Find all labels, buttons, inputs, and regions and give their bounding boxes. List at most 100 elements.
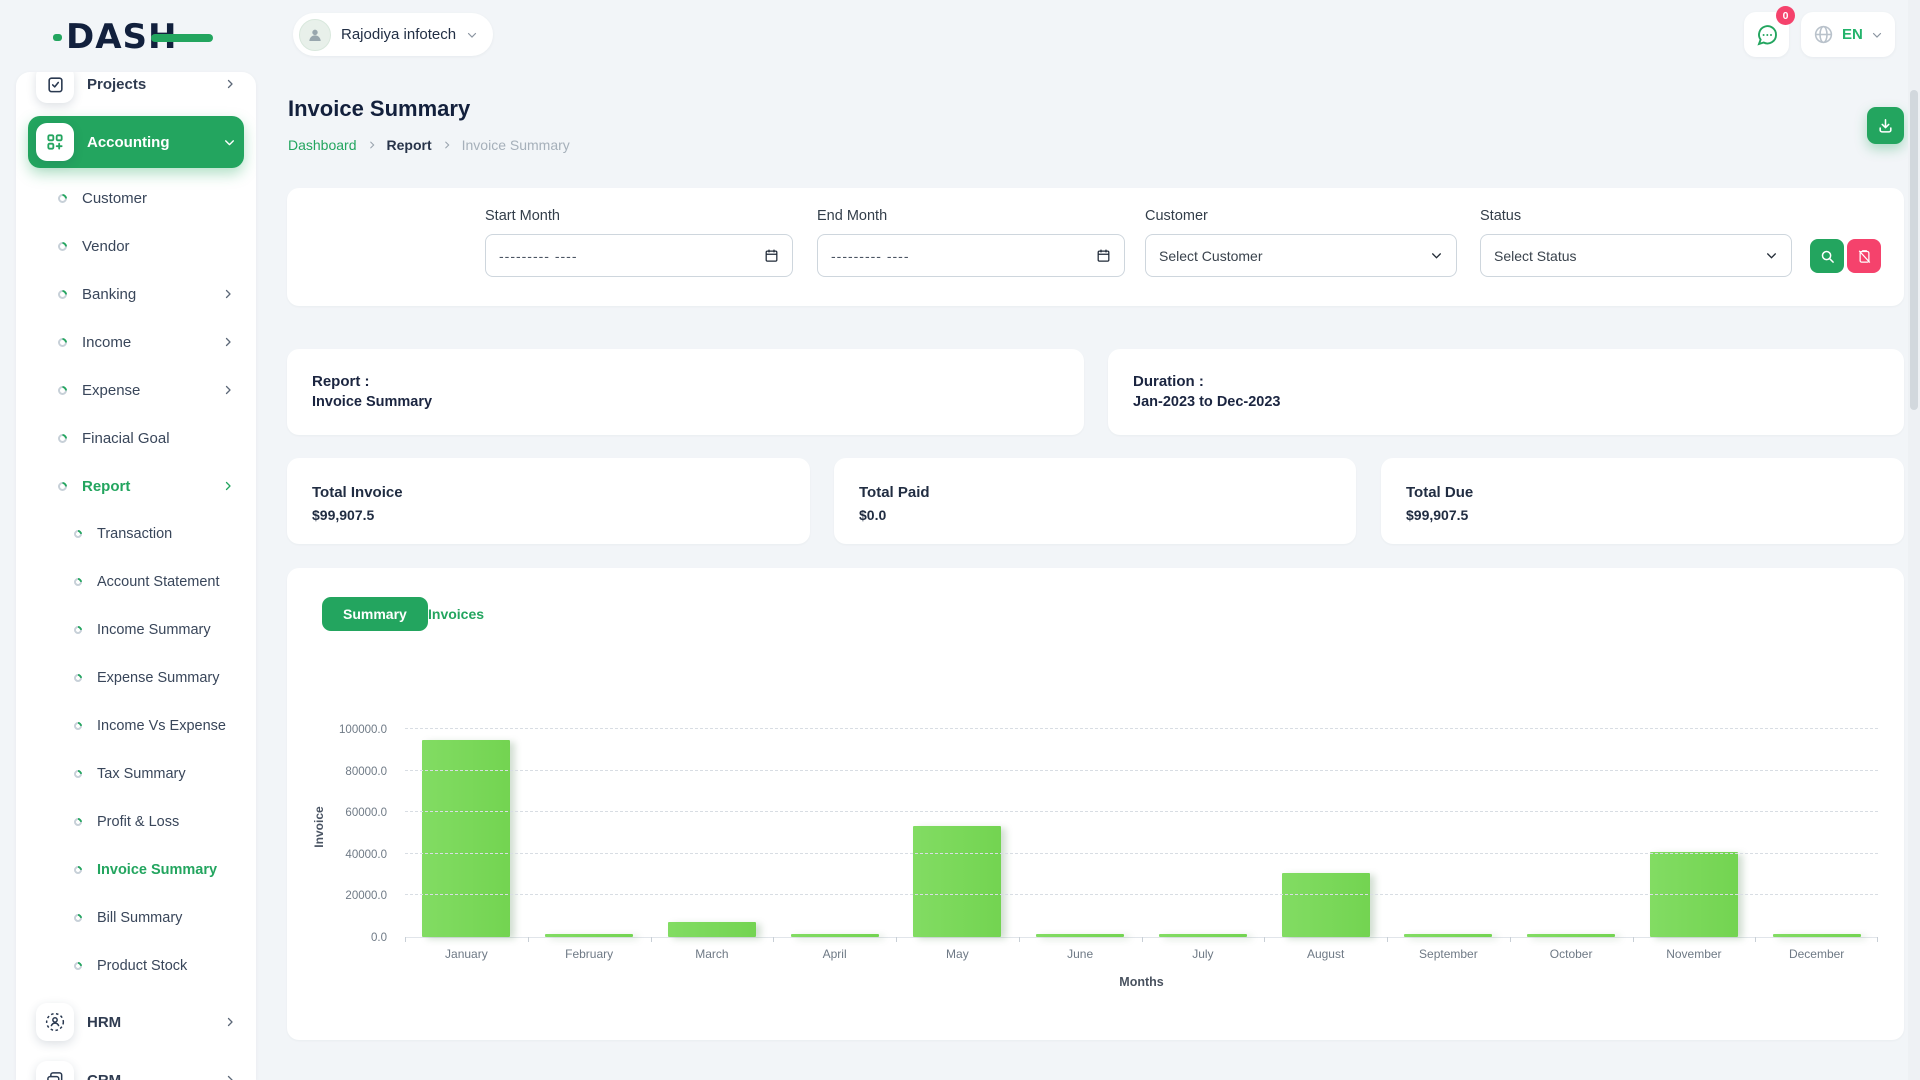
sidebar-item-tax-summary[interactable]: Tax Summary (16, 750, 256, 798)
bar-slot-april (773, 730, 896, 937)
x-axis-label: May (896, 947, 1019, 961)
status-label: Status (1480, 208, 1521, 224)
sidebar-item-transaction[interactable]: Transaction (16, 510, 256, 558)
sidebar-item-expense[interactable]: Expense (16, 366, 256, 414)
language-selector[interactable]: EN (1801, 12, 1895, 57)
bullet-icon (72, 768, 83, 779)
sidebar-item-label: Income (82, 334, 207, 351)
end-month-input[interactable]: --------- ---- (817, 234, 1125, 277)
y-tick-label: 40000.0 (345, 849, 387, 861)
chevron-right-icon (442, 140, 452, 150)
chevron-right-icon (224, 78, 236, 90)
axis-tick (1510, 937, 1511, 942)
sidebar-item-banking[interactable]: Banking (16, 270, 256, 318)
customer-select-value: Select Customer (1159, 248, 1262, 264)
bar-slot-december (1755, 730, 1878, 937)
bullet-icon (56, 432, 69, 445)
breadcrumb-current: Invoice Summary (462, 137, 570, 153)
gridline (405, 728, 1878, 729)
accounting-grid-icon (36, 123, 74, 161)
filter-card: Start Month --------- ---- End Month ---… (287, 188, 1904, 306)
sidebar-item-label: Income Summary (97, 622, 234, 638)
axis-tick (651, 937, 652, 942)
sidebar-item-income-vs-expense[interactable]: Income Vs Expense (16, 702, 256, 750)
messages-button[interactable]: 0 (1744, 12, 1789, 57)
tab-summary[interactable]: Summary (322, 597, 428, 631)
calendar-icon (1096, 248, 1111, 263)
bullet-icon (72, 816, 83, 827)
breadcrumb-report: Report (387, 137, 432, 153)
bullet-icon (72, 720, 83, 731)
bullet-icon (56, 240, 69, 253)
stat-value: $99,907.5 (312, 507, 374, 523)
sidebar-item-vendor[interactable]: Vendor (16, 222, 256, 270)
apply-filter-button[interactable] (1810, 239, 1844, 273)
sidebar-item-product-stock[interactable]: Product Stock (16, 942, 256, 990)
bar-series (405, 730, 1878, 937)
bullet-icon (72, 576, 83, 587)
bullet-icon (56, 480, 69, 493)
bar-august (1282, 873, 1370, 937)
y-tick-label: 0.0 (371, 932, 387, 944)
sidebar-item-income-summary[interactable]: Income Summary (16, 606, 256, 654)
sidebar-item-finacial-goal[interactable]: Finacial Goal (16, 414, 256, 462)
messages-badge: 0 (1776, 6, 1795, 25)
start-month-placeholder: --------- ---- (499, 248, 578, 264)
chevron-right-icon (222, 384, 234, 396)
total-due-card: Total Due $99,907.5 (1381, 458, 1904, 544)
sidebar-item-crm[interactable]: CRM (28, 1054, 244, 1080)
sidebar-item-bill-summary[interactable]: Bill Summary (16, 894, 256, 942)
sidebar-item-label: Income Vs Expense (97, 718, 234, 734)
stat-value: $0.0 (859, 507, 886, 523)
axis-tick (1633, 937, 1634, 942)
app-logo[interactable]: DASH (66, 16, 177, 58)
x-axis-label: January (405, 947, 528, 961)
bullet-icon (56, 192, 69, 205)
sidebar-item-income[interactable]: Income (16, 318, 256, 366)
bar-march (668, 922, 756, 937)
chevron-down-icon (1430, 249, 1443, 262)
axis-tick (773, 937, 774, 942)
sidebar-item-hrm[interactable]: HRM (28, 996, 244, 1048)
y-tick-label: 20000.0 (345, 890, 387, 902)
sidebar-item-account-statement[interactable]: Account Statement (16, 558, 256, 606)
sidebar-item-report[interactable]: Report (16, 462, 256, 510)
x-axis-label: August (1264, 947, 1387, 961)
avatar (299, 19, 331, 51)
gridline (405, 894, 1878, 895)
sidebar-item-label: HRM (87, 1014, 211, 1031)
bar-slot-february (528, 730, 651, 937)
bar-december (1773, 934, 1861, 937)
start-month-input[interactable]: --------- ---- (485, 234, 793, 277)
x-axis-title: Months (405, 975, 1878, 989)
sidebar-item-label: Finacial Goal (82, 430, 234, 447)
download-icon (1877, 117, 1894, 134)
tab-invoices[interactable]: Invoices (428, 606, 484, 622)
bar-slot-may (896, 730, 1019, 937)
sidebar-item-label: Product Stock (97, 958, 234, 974)
scrollbar-thumb[interactable] (1910, 90, 1918, 410)
sidebar-item-accounting[interactable]: Accounting (28, 116, 244, 168)
company-name: Rajodiya infotech (341, 26, 456, 43)
sidebar-item-profit-loss[interactable]: Profit & Loss (16, 798, 256, 846)
bar-slot-june (1019, 730, 1142, 937)
gridline (405, 853, 1878, 854)
customer-select[interactable]: Select Customer (1145, 234, 1457, 277)
y-tick-label: 60000.0 (345, 807, 387, 819)
workspace-switcher[interactable]: Rajodiya infotech (293, 13, 493, 56)
sidebar-item-expense-summary[interactable]: Expense Summary (16, 654, 256, 702)
bar-slot-july (1142, 730, 1265, 937)
chevron-right-icon (222, 288, 234, 300)
duration-label: Duration : (1133, 373, 1204, 390)
calendar-icon (764, 248, 779, 263)
breadcrumb-dashboard[interactable]: Dashboard (288, 137, 357, 153)
status-select[interactable]: Select Status (1480, 234, 1792, 277)
sidebar-item-projects[interactable]: Projects (28, 72, 244, 110)
reset-filter-button[interactable] (1847, 239, 1881, 273)
download-button[interactable] (1867, 107, 1904, 144)
sidebar-item-customer[interactable]: Customer (16, 174, 256, 222)
chat-bubble-icon (1755, 23, 1779, 47)
sidebar-item-invoice-summary[interactable]: Invoice Summary (16, 846, 256, 894)
chevron-right-icon (222, 336, 234, 348)
page-scrollbar[interactable] (1908, 0, 1920, 1080)
